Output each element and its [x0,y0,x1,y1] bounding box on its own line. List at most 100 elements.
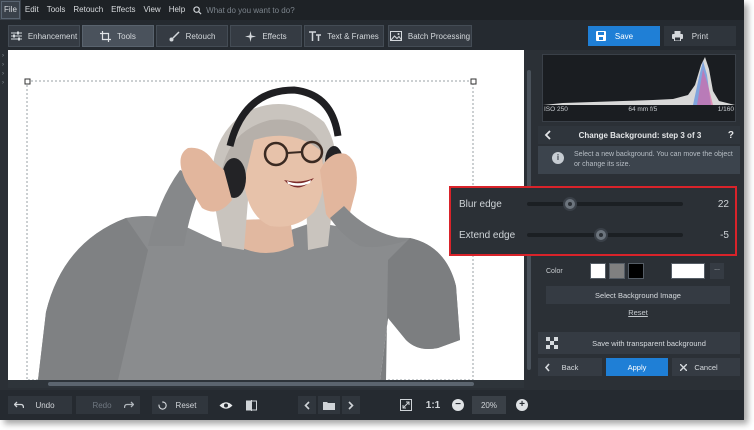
info-icon: i [552,152,564,164]
menu-effects[interactable]: Effects [107,0,139,20]
reset-label: Reset [175,400,197,410]
preview-toggle[interactable] [216,396,236,414]
print-label: Print [691,31,709,41]
color-label: Color [546,267,563,275]
save-button[interactable]: Save [588,26,660,46]
horizontal-scrollbar[interactable] [8,380,524,388]
redo-button[interactable]: Redo [76,396,140,414]
exif-info: ISO 250 64 mm f/5 1/160 [544,106,734,113]
select-background-image-button[interactable]: Select Background Image [546,286,730,304]
apply-button[interactable]: Apply [606,358,668,376]
tab-retouch-label: Retouch [185,31,216,41]
back-label: Back [561,362,579,372]
floppy-icon [596,31,606,41]
custom-color-swatch[interactable] [671,263,705,279]
app-window: File Edit Tools Retouch Effects View Hel… [0,0,744,420]
blur-edge-track[interactable] [527,197,683,211]
print-button[interactable]: Print [664,26,736,46]
search-placeholder: What do you want to do? [206,5,295,15]
minus-icon: − [452,399,464,411]
reset-link[interactable]: Reset [546,308,730,322]
edge-sliders-highlight: Blur edge 22 Extend edge -5 [449,186,737,256]
save-transparent-button[interactable]: Save with transparent background [538,332,740,354]
blur-edge-value: 22 [717,198,729,210]
zoom-level[interactable]: 20% [472,396,506,414]
eye-icon [219,401,233,409]
tab-enhancement[interactable]: Enhancement [8,25,80,47]
extend-edge-slider-row: Extend edge -5 [459,225,731,245]
actual-size-button[interactable]: 1:1 [422,396,444,414]
extend-edge-value: -5 [720,229,729,241]
tab-text-frames[interactable]: Text & Frames [304,25,384,47]
scroll-thumb[interactable] [48,382,474,386]
extend-edge-knob[interactable] [593,228,608,242]
undo-button[interactable]: Undo [8,396,72,414]
shutter-value: 1/160 [717,106,734,113]
save-transparent-label: Save with transparent background [592,338,706,348]
back-button[interactable]: Back [538,358,602,376]
tab-batch-processing[interactable]: Batch Processing [388,25,472,47]
next-image-button[interactable] [342,396,360,414]
swatch-gray[interactable] [609,263,625,279]
plus-icon: + [516,399,528,411]
tab-tools[interactable]: Tools [82,25,154,47]
tab-effects-label: Effects [262,31,287,41]
more-colors-button[interactable]: ... [710,263,724,279]
menu-file[interactable]: File [0,0,21,20]
left-panel-strip[interactable]: › › › › [0,50,8,390]
apply-label: Apply [627,362,647,372]
crop-icon [100,30,112,42]
blur-edge-knob[interactable] [562,197,577,211]
chevron-right-icon [348,400,354,410]
compare-toggle[interactable] [242,396,260,414]
menu-help[interactable]: Help [165,0,189,20]
menu-edit[interactable]: Edit [21,0,43,20]
iso-value: ISO 250 [544,106,568,113]
close-icon [680,363,687,371]
open-folder-button[interactable] [318,396,340,414]
swatch-black[interactable] [628,263,644,279]
menu-tools[interactable]: Tools [43,0,70,20]
sparkle-icon [245,30,257,42]
fit-to-screen-button[interactable] [398,396,414,414]
previous-image-button[interactable] [298,396,316,414]
undo-icon [14,401,24,409]
extend-edge-label: Extend edge [459,229,516,241]
swatch-white[interactable] [590,263,606,279]
images-icon [389,31,402,41]
checkerboard-icon [546,337,558,349]
menu-retouch[interactable]: Retouch [69,0,107,20]
chevron-left-icon [544,362,550,372]
help-button[interactable]: ? [728,130,734,141]
compare-icon [245,399,257,411]
menu-bar: File Edit Tools Retouch Effects View Hel… [0,0,744,20]
zoom-in-button[interactable]: + [514,396,530,414]
color-row: Color ... [546,262,736,280]
undo-label: Undo [35,400,55,410]
blur-edge-slider-row: Blur edge 22 [459,194,731,214]
bottom-bar: Undo Redo Reset 1:1 − 20% + [0,390,744,420]
printer-icon [672,31,683,41]
tab-effects[interactable]: Effects [230,25,302,47]
info-text: Select a new background. You can move th… [574,151,733,168]
redo-label: Redo [92,400,112,410]
tab-enhancement-label: Enhancement [27,31,78,41]
cancel-button[interactable]: Cancel [672,358,740,376]
chevron-left-icon[interactable] [544,130,552,140]
tab-retouch[interactable]: Retouch [156,25,228,47]
photo-canvas[interactable] [8,50,524,380]
save-label: Save [614,31,634,41]
menu-view[interactable]: View [139,0,164,20]
zoom-out-button[interactable]: − [450,396,466,414]
step-title: Change Background: step 3 of 3 [578,130,702,140]
reset-icon [158,400,167,410]
extend-edge-track[interactable] [527,228,683,242]
histogram-graph [543,57,735,105]
photo-woman-with-headphones [24,78,477,380]
search-icon [193,5,202,15]
step-header: Change Background: step 3 of 3 ? [538,126,740,144]
search-box[interactable]: What do you want to do? [193,6,295,15]
blur-edge-label: Blur edge [459,198,502,210]
reset-button[interactable]: Reset [152,396,208,414]
step-navigation: Back Apply Cancel [538,358,740,376]
